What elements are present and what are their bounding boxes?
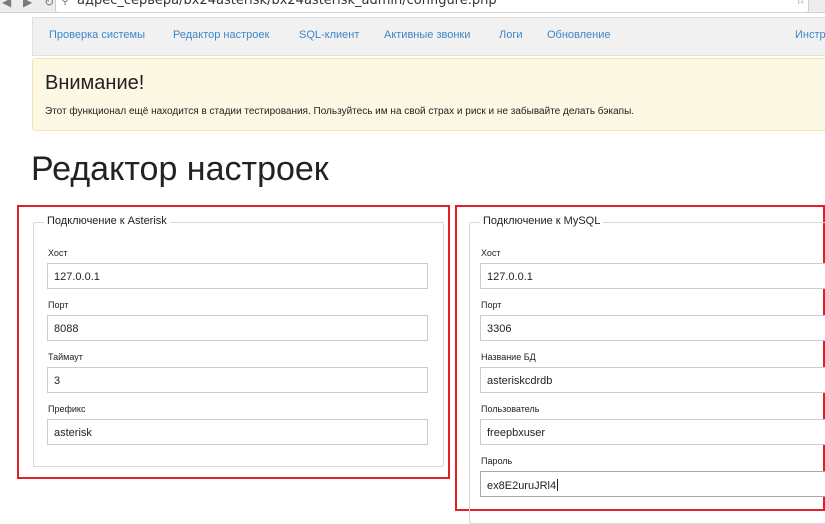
search-icon: ⚲ xyxy=(61,0,70,7)
bookmark-star-icon[interactable]: ☆ xyxy=(795,0,806,7)
asterisk-prefix-input[interactable]: asterisk xyxy=(47,419,428,445)
alert-title: Внимание! xyxy=(45,72,145,94)
nav-link-instructions[interactable]: Инстр xyxy=(795,29,825,41)
asterisk-host-label: Хост xyxy=(48,248,68,258)
nav-link-logs[interactable]: Логи xyxy=(499,29,523,41)
mysql-password-input[interactable]: ex8E2uruJRl4 xyxy=(480,471,825,497)
nav-link-active-calls[interactable]: Активные звонки xyxy=(384,29,470,41)
asterisk-port-input[interactable]: 8088 xyxy=(47,315,428,341)
asterisk-legend: Подключение к Asterisk xyxy=(44,215,170,227)
browser-nav-buttons[interactable]: ◀ ▶ ↻ xyxy=(2,0,58,9)
asterisk-port-label: Порт xyxy=(48,300,69,310)
mysql-host-input[interactable]: 127.0.0.1 xyxy=(480,263,825,289)
mysql-port-label: Порт xyxy=(481,300,502,310)
nav-link-sql-client[interactable]: SQL-клиент xyxy=(299,29,359,41)
mysql-host-label: Хост xyxy=(481,248,501,258)
asterisk-timeout-input[interactable]: 3 xyxy=(47,367,428,393)
asterisk-host-input[interactable]: 127.0.0.1 xyxy=(47,263,428,289)
mysql-user-input[interactable]: freepbxuser xyxy=(480,419,825,445)
mysql-dbname-input[interactable]: asteriskcdrdb xyxy=(480,367,825,393)
nav-link-update[interactable]: Обновление xyxy=(547,29,611,41)
address-bar[interactable]: ⚲ адрес_сервера/bx24asterisk/bx24asteris… xyxy=(55,0,809,12)
mysql-user-label: Пользователь xyxy=(481,404,540,414)
asterisk-timeout-label: Таймаут xyxy=(48,352,83,362)
page-title: Редактор настроек xyxy=(31,150,329,188)
mysql-password-label: Пароль xyxy=(481,456,513,466)
mysql-connection-fieldset: Подключение к MySQL Хост 127.0.0.1 Порт … xyxy=(469,215,825,524)
mysql-port-input[interactable]: 3306 xyxy=(480,315,825,341)
nav-link-settings-editor[interactable]: Редактор настроек xyxy=(173,29,269,41)
asterisk-connection-fieldset: Подключение к Asterisk Хост 127.0.0.1 По… xyxy=(33,215,444,467)
nav-link-system-check[interactable]: Проверка системы xyxy=(49,29,145,41)
main-navbar: Проверка системы Редактор настроек SQL-к… xyxy=(32,17,825,56)
text-caret xyxy=(557,479,559,491)
asterisk-prefix-label: Префикс xyxy=(48,404,86,414)
mysql-legend: Подключение к MySQL xyxy=(480,215,604,227)
browser-toolbar: ◀ ▶ ↻ ⚲ адрес_сервера/bx24asterisk/bx24a… xyxy=(0,0,825,13)
address-bar-url[interactable]: адрес_сервера/bx24asterisk/bx24asterisk_… xyxy=(77,0,497,8)
mysql-dbname-label: Название БД xyxy=(481,352,536,362)
warning-alert: Внимание! Этот функционал ещё находится … xyxy=(32,58,825,131)
alert-text: Этот функционал ещё находится в стадии т… xyxy=(45,106,635,117)
mysql-password-value: ex8E2uruJRl4 xyxy=(487,480,557,492)
